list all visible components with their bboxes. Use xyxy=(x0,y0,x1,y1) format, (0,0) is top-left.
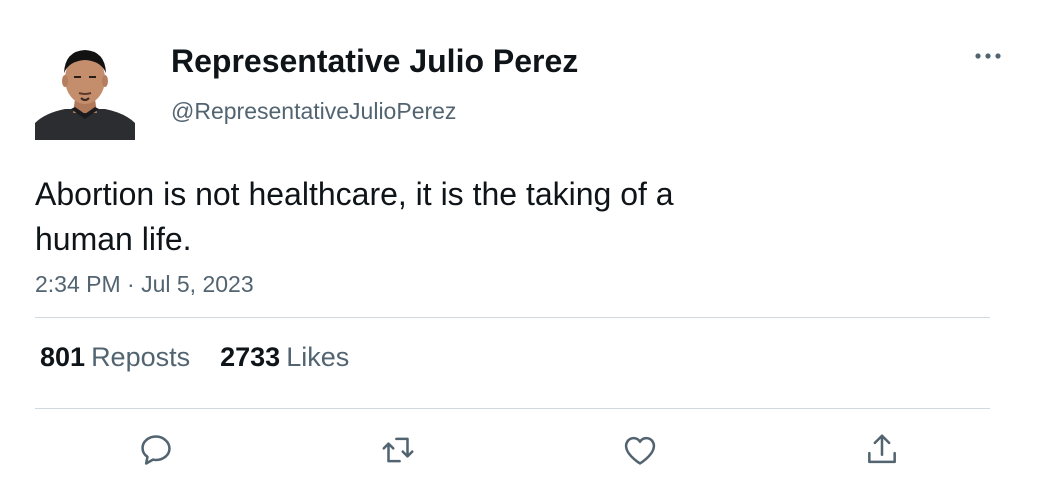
tweet-text-line: Abortion is not healthcare, it is the ta… xyxy=(35,176,674,212)
like-button[interactable] xyxy=(618,428,662,472)
reposts-stat[interactable]: 801 Reposts xyxy=(40,342,190,373)
more-icon xyxy=(975,53,1001,59)
avatar[interactable] xyxy=(35,41,135,140)
divider xyxy=(35,317,990,318)
tweet-text-line: human life. xyxy=(35,221,192,257)
share-icon xyxy=(868,434,896,464)
divider xyxy=(35,408,990,409)
likes-count: 2733 xyxy=(220,342,281,372)
reply-icon xyxy=(141,435,171,465)
like-icon xyxy=(624,436,656,465)
more-options-button[interactable] xyxy=(968,40,1008,72)
tweet-timestamp[interactable]: 2:34 PM · Jul 5, 2023 xyxy=(35,271,254,298)
reply-button[interactable] xyxy=(134,428,178,472)
reposts-count: 801 xyxy=(40,342,86,372)
author-display-name[interactable]: Representative Julio Perez xyxy=(171,43,578,80)
reposts-label: Reposts xyxy=(91,342,191,372)
repost-icon xyxy=(382,437,414,463)
engagement-stats: 801 Reposts 2733 Likes xyxy=(40,342,349,373)
likes-stat[interactable]: 2733 Likes xyxy=(220,342,349,373)
share-button[interactable] xyxy=(860,428,904,472)
author-handle[interactable]: @RepresentativeJulioPerez xyxy=(171,98,456,125)
tweet-text: Abortion is not healthcare, it is the ta… xyxy=(35,172,775,262)
repost-button[interactable] xyxy=(376,428,420,472)
likes-label: Likes xyxy=(286,342,350,372)
